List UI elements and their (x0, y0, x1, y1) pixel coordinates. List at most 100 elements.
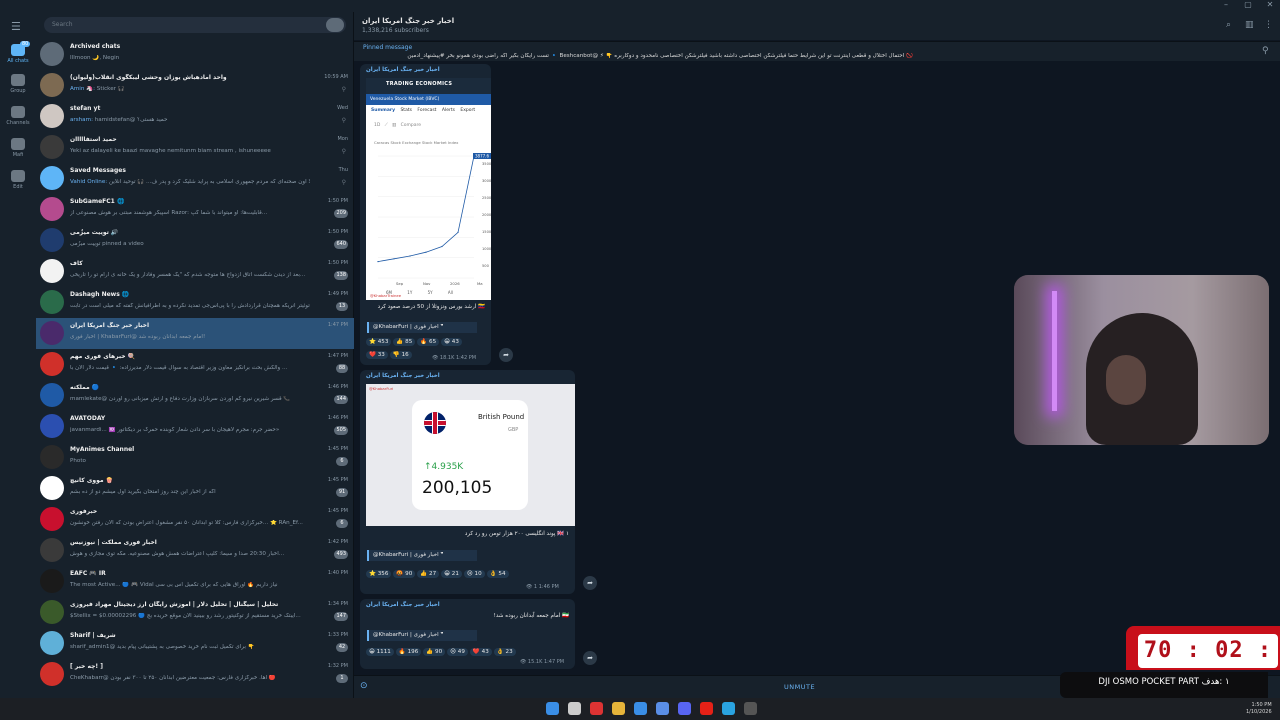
te-series-line (377, 155, 475, 262)
windows-start-icon[interactable] (546, 702, 559, 715)
reaction[interactable]: 👌 54 (486, 570, 509, 578)
timer-value: 70 : 02 : 22 (1138, 634, 1278, 697)
group-icon (11, 74, 25, 86)
rail-item-edit[interactable]: Edit (0, 170, 36, 190)
chat-name: EAFC 🎮 IR (70, 570, 106, 577)
chat-title: اخبار خبر جنگ امریکا ایران (362, 17, 455, 25)
minimize-button[interactable]: – (1216, 0, 1236, 9)
chat-avatar (40, 352, 64, 376)
chat-list-item[interactable]: SubGameFC1 🌐 اسپیکر هوشمند مبتنی بر هوش م… (36, 194, 354, 225)
reaction[interactable]: 😢 49 (447, 648, 468, 656)
reaction[interactable]: 😁 43 (441, 338, 462, 346)
chat-list-item[interactable]: Archived chats Illmoon 🌙, Negin (36, 39, 354, 70)
unread-badge: 138 (334, 271, 348, 280)
reaction[interactable]: ⭐ 356 (366, 570, 392, 578)
reaction[interactable]: ❤️ 33 (366, 351, 388, 359)
post-bubble-3[interactable]: اخبار خبر جنگ امریکا ایران 🇮🇷 امام جمعه … (360, 599, 575, 669)
chat-list-item[interactable]: Dashagh News 🌐 توئیتر انریکه همچنان قرارد… (36, 287, 354, 318)
search-placeholder: Search (52, 21, 73, 28)
chat-preview: توئیتر انریکه همچنان قراردادش را با پی‌ا… (70, 303, 310, 309)
search-input[interactable]: Search (44, 17, 346, 33)
more-icon[interactable]: ⋮ (1264, 20, 1273, 30)
chat-list-item[interactable]: توییت میزُمی 🔊 توییت میزُمی pinned a vide… (36, 225, 354, 256)
reaction[interactable]: 👍 27 (417, 570, 440, 578)
trading-economics-screenshot[interactable]: TRADING ECONOMICS Venezuela Stock Market… (366, 78, 491, 300)
pinned-message-bar[interactable]: Pinned message 🚫 احتمال اختلال و قطعی ای… (354, 41, 1280, 61)
chat-name: واحد امادهباش یوزان وحشی لیبکگوی انقلاب(… (70, 74, 227, 81)
reaction[interactable]: 🔥 65 (417, 338, 440, 346)
chat-list-item[interactable]: اخبار خبر جنگ امریکا ایران اخبار فوری | K… (36, 318, 354, 349)
chat-sender: arsham: (70, 117, 93, 123)
chat-list-item[interactable]: Saved Messages Vahid Online: اصلا اون صحن… (36, 163, 354, 194)
unread-badge: 42 (336, 643, 348, 652)
chat-list-item[interactable]: خبرفوری خبرگزاری فارس: کلا تو آبدانان ۵۰ … (36, 504, 354, 535)
forward-icon[interactable]: ➦ (583, 651, 597, 665)
search-icon[interactable] (568, 702, 581, 715)
search-icon[interactable]: ⌕ (1226, 20, 1231, 30)
rail-item-group[interactable]: Group (0, 74, 36, 94)
chat-list-item[interactable]: [ چه خبر! ] CheKhabarr@ آها. خبرگزاری فار… (36, 659, 354, 690)
rail-item-channels[interactable]: Channels (0, 106, 36, 126)
chat-preview-text: والکش بحث برانگیز معاون وزیر اقتصاد به س… (70, 365, 288, 371)
forward-icon[interactable]: ➦ (583, 576, 597, 590)
reaction[interactable]: 👍 85 (393, 338, 416, 346)
chat-list-item[interactable]: خبرهای فوری مهم 🍭 والکش بحث برانگیز معاون… (36, 349, 354, 380)
store-icon[interactable] (634, 702, 647, 715)
reaction[interactable]: ❤️ 43 (469, 648, 492, 656)
rail-item-all-chats[interactable]: All chats 80 (0, 41, 36, 64)
chat-list-item[interactable]: Sharif | شریف sharif_admin1@ برای تکمیل ث… (36, 628, 354, 659)
attach-icon[interactable]: ⊙ (360, 681, 368, 691)
chat-preview: اخبار فوری | KhabarFuri@ امام جمعه آبدان… (70, 334, 310, 340)
chat-time: Wed (337, 105, 348, 111)
sidebar-toggle-icon[interactable]: ▥ (1245, 20, 1254, 30)
chat-preview-text: Sticker 🎧 (96, 86, 125, 92)
unmute-button[interactable]: UNMUTE (784, 683, 815, 691)
te-y-tick: 1500 (482, 230, 491, 234)
chat-list-item[interactable]: مووی کانیچ 🍿 اگه از اخبار این چند روز امت… (36, 473, 354, 504)
pinned-list-icon[interactable]: ⚲ (1262, 46, 1269, 56)
post-reactions: 😁 1111 🔥 196 👍 90 😢 49 ❤️ 43 👌 23 (366, 648, 518, 656)
discord-icon[interactable] (678, 702, 691, 715)
menu-icon[interactable]: ☰ (11, 20, 25, 33)
post-bubble-2[interactable]: اخبار خبر جنگ امریکا ایران @KhabarFuri B… (360, 370, 575, 594)
taskbar-clock[interactable]: 1:50 PM 1/10/2026 (1246, 702, 1272, 716)
reaction[interactable]: 👌 23 (493, 648, 516, 656)
chat-list-item[interactable]: تحلیل | سیگنال | تحلیل دلار | آموزش رایگ… (36, 597, 354, 628)
reaction[interactable]: 👍 90 (423, 648, 446, 656)
close-button[interactable]: ✕ (1260, 0, 1280, 9)
reaction[interactable]: 🤬 90 (393, 570, 416, 578)
forward-icon[interactable]: ➦ (499, 348, 513, 362)
reaction[interactable]: ⭐ 453 (366, 338, 392, 346)
photos-icon[interactable] (656, 702, 669, 715)
obs-icon[interactable] (744, 702, 757, 715)
pound-price-image[interactable]: @KhabarFuri British Pound GBP ↑4.935K 20… (366, 384, 575, 526)
chat-list-item[interactable]: EAFC 🎮 IR The most Active... 🔵 🎮 Vidal نی… (36, 566, 354, 597)
maximize-button[interactable]: ▢ (1238, 0, 1258, 9)
chat-list-item[interactable]: اخبار فوری مملکت | نیوزنیس اخبار 20:30 صد… (36, 535, 354, 566)
post-caption: 🇮🇷 امام جمعه آبدانان ربوده شد! (493, 613, 569, 619)
chat-list-item[interactable]: واحد امادهباش یوزان وحشی لیبکگوی انقلاب(… (36, 70, 354, 101)
chat-list-item[interactable]: stefan yt arsham: hamidstefan@ حمید هستی؟… (36, 101, 354, 132)
chat-list-item[interactable]: حمید استفااااان Yeki az dalayeli ke baazi… (36, 132, 354, 163)
hand-icon[interactable] (326, 18, 344, 32)
post-bubble-1[interactable]: اخبار خبر جنگ امریکا ایران TRADING ECONO… (360, 64, 491, 365)
reaction[interactable]: 😁 1111 (366, 648, 394, 656)
te-data-point (377, 261, 379, 263)
edge-browser-icon[interactable] (590, 702, 603, 715)
webcam-overlay (1014, 275, 1269, 445)
unread-badge: 88 (336, 364, 348, 373)
chat-list-item[interactable]: AVATODAY javanmardi... 🆔 حضر جرم: مجرم لا… (36, 411, 354, 442)
telegram-icon[interactable] (722, 702, 735, 715)
reaction[interactable]: 😁 21 (441, 570, 462, 578)
te-x-tick: Nov (423, 281, 431, 286)
chat-list-item[interactable]: مملکته 🔵 mamlekate@ قسر شیرین نیرو کم آور… (36, 380, 354, 411)
youtube-icon[interactable] (700, 702, 713, 715)
reaction[interactable]: 👎 16 (389, 351, 412, 359)
chat-header[interactable]: اخبار خبر جنگ امریکا ایران 1,338,216 sub… (354, 12, 1280, 40)
chat-list-item[interactable]: کاف بعد از دیدن شکست اتاق ازدواج ها متوجه… (36, 256, 354, 287)
chat-list-item[interactable]: MyAnimes Channel Photo 1:45 PM 6 (36, 442, 354, 473)
rail-item-mafi[interactable]: Mafi (0, 138, 36, 158)
reaction[interactable]: 🔥 196 (395, 648, 422, 656)
file-explorer-icon[interactable] (612, 702, 625, 715)
reaction[interactable]: 😢 10 (463, 570, 485, 578)
